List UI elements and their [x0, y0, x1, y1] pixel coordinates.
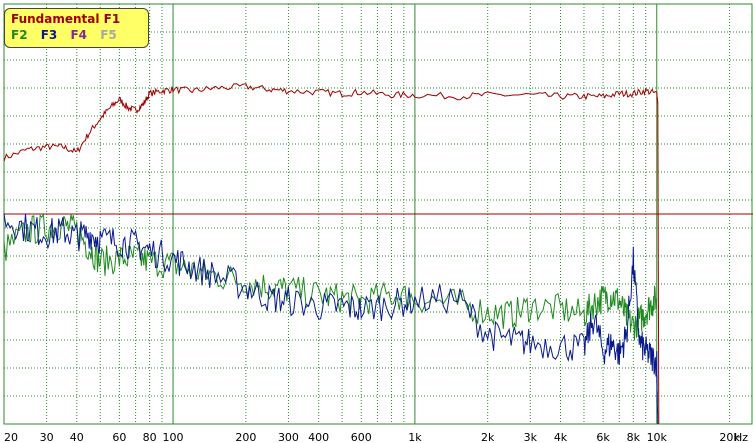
x-tick-label: 2k	[481, 431, 495, 443]
x-tick-label: 100	[163, 431, 184, 443]
x-tick-label: 400	[308, 431, 329, 443]
x-axis-ticks: 20 30 40 60 80 100 200 300 400 600 1k 2k 3k 4k 6k 8k 10k…	[4, 431, 748, 443]
legend-f5: F5	[100, 28, 117, 42]
x-tick-label: 4k	[554, 431, 568, 443]
legend-row2: F2 F3 F4 F5	[11, 27, 142, 43]
x-tick-label: 10k	[647, 431, 668, 443]
legend-f1: Fundamental F1	[11, 12, 121, 26]
x-tick-label: 6k	[596, 431, 610, 443]
x-tick-label: 80	[143, 431, 157, 443]
series-f3	[3, 213, 659, 425]
x-tick-label: 600	[351, 431, 372, 443]
legend-f2: F2	[11, 28, 28, 42]
x-tick-label: 30	[40, 431, 54, 443]
x-tick-label: 20	[4, 431, 18, 443]
x-tick-label: 8k	[627, 431, 641, 443]
x-axis-unit-label: Hz	[734, 431, 748, 443]
x-tick-label: 200	[235, 431, 256, 443]
x-tick-label: 60	[112, 431, 126, 443]
x-tick-label: 1k	[408, 431, 422, 443]
legend: Fundamental F1 F2 F3 F4 F5	[4, 8, 149, 48]
x-tick-label: 300	[278, 431, 299, 443]
x-tick-label: 3k	[524, 431, 538, 443]
legend-f4: F4	[70, 28, 88, 42]
frequency-response-chart: 20 30 40 60 80 100 200 300 400 600 1k 2k 3k 4k 6k 8k 10k…	[3, 3, 753, 443]
grid	[3, 3, 753, 425]
series-f2	[3, 212, 658, 341]
legend-f3: F3	[40, 28, 58, 42]
x-tick-label: 40	[70, 431, 84, 443]
